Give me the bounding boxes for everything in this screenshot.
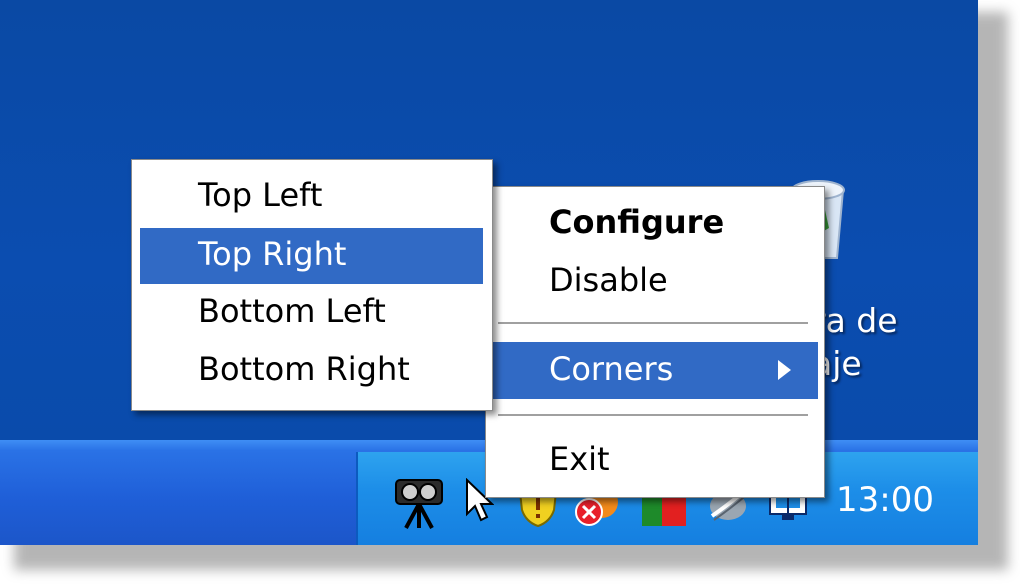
- context-menu: Configure Disable Corners Exit: [485, 186, 825, 498]
- taskbar-clock[interactable]: 13:00: [836, 480, 934, 520]
- submenu-item-top-right-label: Top Right: [198, 235, 347, 273]
- submenu-item-top-right[interactable]: Top Right: [140, 228, 483, 284]
- submenu-item-bottom-right[interactable]: Bottom Right: [198, 350, 410, 388]
- menu-item-disable[interactable]: Disable: [549, 261, 668, 299]
- screen: ra de aje 13:00 Configure Disable Corner…: [0, 0, 978, 545]
- submenu-arrow-icon: [778, 360, 791, 380]
- submenu-item-top-left[interactable]: Top Left: [198, 176, 322, 214]
- menu-separator: [498, 414, 808, 417]
- webcam-icon[interactable]: [392, 472, 446, 532]
- menu-item-configure[interactable]: Configure: [549, 203, 724, 241]
- submenu-item-bottom-left[interactable]: Bottom Left: [198, 292, 386, 330]
- menu-item-corners[interactable]: Corners: [492, 342, 818, 399]
- corners-submenu: Top Left Top Right Bottom Left Bottom Ri…: [131, 159, 493, 411]
- menu-item-corners-label: Corners: [549, 350, 674, 388]
- menu-separator: [498, 322, 808, 325]
- menu-item-exit[interactable]: Exit: [549, 440, 610, 478]
